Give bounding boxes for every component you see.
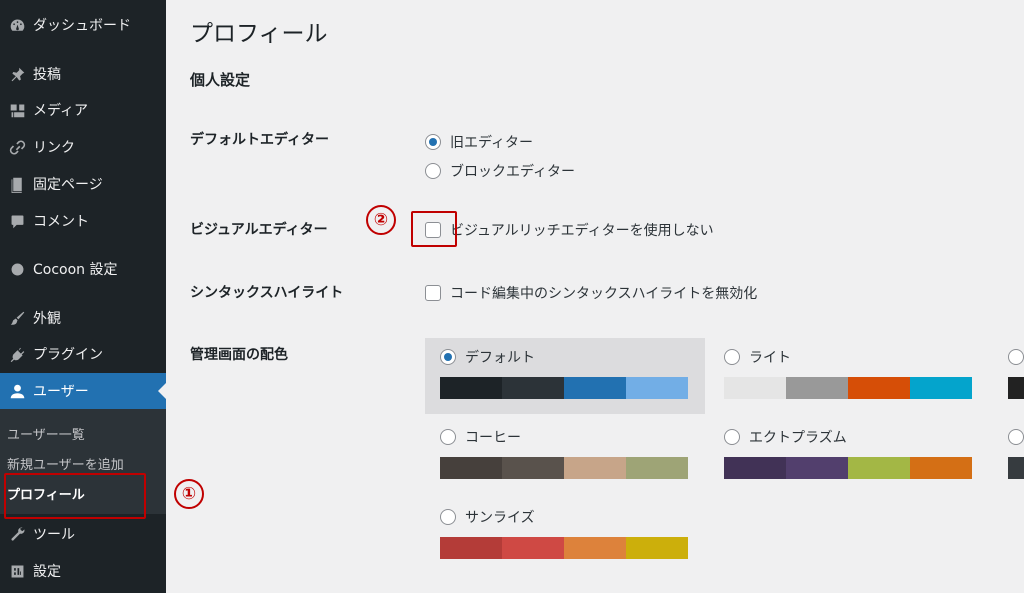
sidebar-item-pages[interactable]: 固定ページ [0,166,166,202]
checkbox[interactable] [425,285,441,301]
radio-block-editor[interactable]: ブロックエディター [425,161,575,181]
color-swatch [564,377,626,399]
color-swatch [564,457,626,479]
annotation-number-1: ① [174,479,204,509]
checkbox-disable-visual-editor[interactable]: ビジュアルリッチエディターを使用しない [425,220,714,240]
circle-icon [0,261,33,278]
visual-editor-label: ビジュアルエディター [190,222,328,238]
radio-button[interactable] [724,429,740,445]
color-swatch [848,377,910,399]
sidebar-item-comments[interactable]: コメント [0,203,166,239]
scheme-name: デフォルト [465,350,535,366]
radio-button[interactable] [1008,349,1024,365]
radio-button[interactable] [440,429,456,445]
sidebar-item-cocoon-settings[interactable]: Cocoon 設定 [0,251,166,287]
radio-button[interactable] [425,163,441,179]
scheme-name: コーヒー [465,430,521,446]
sidebar-item-media[interactable]: メディア [0,92,166,128]
checkbox-disable-syntax-highlight[interactable]: コード編集中のシンタックスハイライトを無効化 [425,283,757,303]
sidebar-item-links[interactable]: リンク [0,129,166,165]
sidebar-item-tools[interactable]: ツール [0,516,166,552]
color-swatch [626,377,688,399]
color-scheme-default[interactable]: デフォルト [425,338,705,414]
color-scheme-sunrise[interactable]: サンライズ [425,498,705,574]
color-swatch [626,457,688,479]
disable-syntax-highlight-label: コード編集中のシンタックスハイライトを無効化 [450,286,758,302]
color-swatch [502,537,564,559]
color-swatch [786,457,848,479]
main-content: プロフィール 個人設定 デフォルトエディター 旧エディター ブロックエディター … [166,0,1024,593]
page-icon [0,176,33,193]
default-editor-label: デフォルトエディター [190,132,330,148]
sidebar-item-plugins[interactable]: プラグイン [0,336,166,372]
radio-button-checked[interactable] [440,349,456,365]
submenu-item-add-new-user[interactable]: 新規ユーザーを追加 [7,454,124,473]
section-title: 個人設定 [190,71,251,89]
settings-icon [0,563,33,580]
sidebar-item-appearance[interactable]: 外観 [0,300,166,336]
link-icon [0,139,33,156]
color-swatch [440,457,502,479]
color-swatch [724,377,786,399]
scheme-name: ライト [749,350,791,366]
pin-icon [0,66,33,83]
submenu-item-all-users[interactable]: ユーザー一覧 [7,424,85,443]
classic-editor-label: 旧エディター [450,135,534,151]
color-swatch [724,457,786,479]
color-swatch [564,537,626,559]
color-scheme-ectoplasm[interactable]: エクトプラズム [709,418,989,494]
color-swatches [440,377,690,399]
radio-button-checked[interactable] [425,134,441,150]
color-swatches [440,457,690,479]
wrench-icon [0,526,33,543]
page-title: プロフィール [190,21,328,47]
block-editor-label: ブロックエディター [450,164,576,180]
color-swatch [440,377,502,399]
radio-button[interactable] [724,349,740,365]
color-swatch [910,377,972,399]
plugin-icon [0,346,33,363]
sidebar-item-posts[interactable]: 投稿 [0,56,166,92]
color-swatch [502,377,564,399]
color-scheme-label: 管理画面の配色 [190,347,288,363]
annotation-box-profile [4,473,146,519]
color-swatch [848,457,910,479]
color-scheme-partial-1[interactable] [993,338,1024,414]
sidebar-item-settings[interactable]: 設定 [0,553,166,589]
syntax-highlight-label: シンタックスハイライト [190,285,344,301]
scheme-name: サンライズ [465,510,535,526]
sidebar-item-users[interactable]: ユーザー [0,373,166,409]
annotation-box-checkbox [411,211,457,247]
sidebar-item-dashboard[interactable]: ダッシュボード [0,7,166,43]
disable-visual-editor-label: ビジュアルリッチエディターを使用しない [450,223,714,239]
color-swatch [502,457,564,479]
brush-icon [0,310,33,327]
radio-button[interactable] [1008,429,1024,445]
color-swatch [440,537,502,559]
user-icon [0,383,33,400]
radio-classic-editor[interactable]: 旧エディター [425,132,533,152]
color-swatches [724,377,974,399]
color-scheme-light[interactable]: ライト [709,338,989,414]
annotation-number-2: ② [366,205,396,235]
color-scheme-partial-2[interactable] [993,418,1024,494]
radio-button[interactable] [440,509,456,525]
color-swatch [786,377,848,399]
color-swatches [724,457,974,479]
comment-icon [0,213,33,230]
color-swatch [910,457,972,479]
color-scheme-coffee[interactable]: コーヒー [425,418,705,494]
color-swatches [440,537,690,559]
scheme-name: エクトプラズム [749,430,847,446]
dashboard-icon [0,17,33,34]
color-swatch [626,537,688,559]
media-icon [0,102,33,119]
